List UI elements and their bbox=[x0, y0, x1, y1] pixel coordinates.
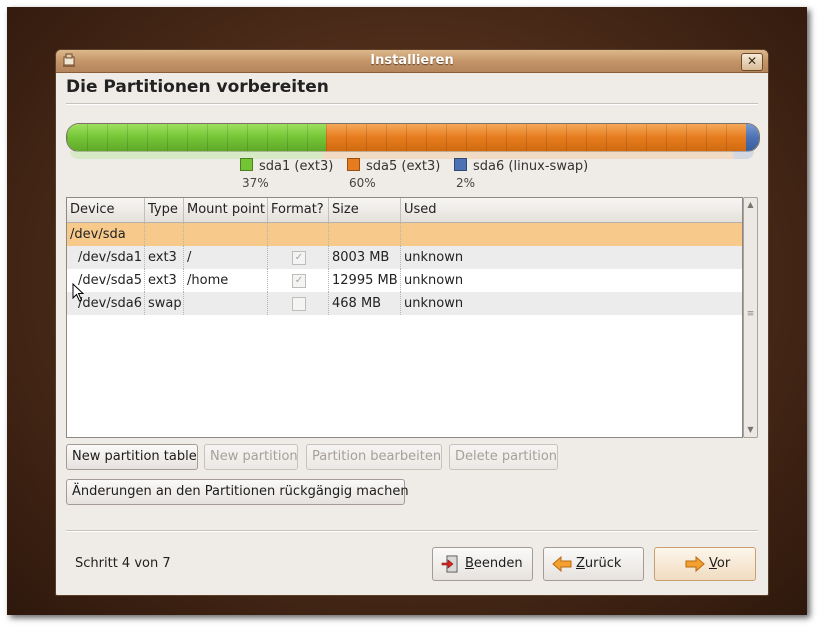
scroll-up-icon[interactable]: ▲ bbox=[744, 198, 757, 212]
installer-window: Installieren ✕ Die Partitionen vorbereit… bbox=[55, 49, 769, 596]
back-button[interactable]: Zurück bbox=[543, 547, 644, 581]
cell-format bbox=[268, 223, 329, 246]
scroll-down-icon[interactable]: ▼ bbox=[744, 423, 757, 437]
column-header-size[interactable]: Size bbox=[329, 198, 401, 222]
cell-device: /dev/sda1 bbox=[67, 246, 145, 269]
new-partition-table-button[interactable]: New partition table bbox=[66, 444, 198, 470]
legend-sda1: sda1 (ext3) 37% bbox=[240, 158, 334, 190]
arrow-left-icon bbox=[552, 555, 572, 572]
step-indicator: Schritt 4 von 7 bbox=[75, 556, 171, 571]
cell-size: 12995 MB bbox=[329, 269, 401, 292]
forward-mnemonic: V bbox=[709, 556, 717, 571]
cell-mount bbox=[184, 292, 268, 315]
cell-size: 8003 MB bbox=[329, 246, 401, 269]
partition-segment-sda5 bbox=[326, 124, 746, 151]
cell-format bbox=[268, 292, 329, 315]
cell-used: unknown bbox=[404, 296, 464, 311]
format-checkbox[interactable] bbox=[292, 297, 306, 311]
table-row[interactable]: /dev/sda6 swap 468 MB unknown bbox=[67, 292, 742, 315]
format-checkbox[interactable]: ✓ bbox=[292, 274, 306, 288]
scroll-grip-icon[interactable]: ≡ bbox=[746, 310, 755, 319]
legend-percent: 37% bbox=[242, 176, 269, 190]
table-header: Device Type Mount point Format? Size Use… bbox=[67, 198, 742, 223]
back-mnemonic: Z bbox=[576, 556, 585, 571]
table-row[interactable]: /dev/sda5 ext3 /home ✓ 12995 MB unknown bbox=[67, 269, 742, 292]
quit-mnemonic: B bbox=[465, 556, 474, 571]
cell-size: 468 MB bbox=[329, 292, 401, 315]
legend-label: sda5 (ext3) bbox=[366, 159, 441, 174]
cell-used: unknown bbox=[404, 273, 464, 288]
table-scrollbar[interactable]: ▲ ≡ ▼ bbox=[743, 197, 758, 438]
partition-bar bbox=[66, 123, 760, 152]
legend-label: sda1 (ext3) bbox=[259, 159, 334, 174]
cell-mount: /home bbox=[184, 269, 268, 292]
window-title: Installieren bbox=[370, 53, 454, 68]
forward-button[interactable]: Vor bbox=[654, 547, 756, 581]
close-icon: ✕ bbox=[746, 54, 758, 68]
column-header-used[interactable]: Used bbox=[401, 198, 742, 222]
cell-format: ✓ bbox=[268, 246, 329, 269]
legend-swatch bbox=[240, 158, 253, 171]
back-label: urück bbox=[584, 556, 622, 571]
check-icon: ✓ bbox=[294, 275, 304, 286]
page-title: Die Partitionen vorbereiten bbox=[66, 77, 329, 97]
cell-type: ext3 bbox=[145, 269, 184, 292]
column-header-mount-point[interactable]: Mount point bbox=[184, 198, 268, 222]
partition-segment-sda6 bbox=[746, 124, 759, 151]
legend-label: sda6 (linux-swap) bbox=[473, 159, 589, 174]
cell-mount bbox=[184, 223, 268, 246]
edit-partition-button[interactable]: Partition bearbeiten bbox=[306, 444, 442, 470]
table-row[interactable]: /dev/sda1 ext3 / ✓ 8003 MB unknown bbox=[67, 246, 742, 269]
cell-type: swap bbox=[145, 292, 184, 315]
cell-mount: / bbox=[184, 246, 268, 269]
quit-button[interactable]: Beenden bbox=[432, 547, 533, 581]
cell-used: unknown bbox=[404, 250, 464, 265]
separator bbox=[66, 530, 758, 532]
separator bbox=[66, 103, 758, 105]
table-row[interactable]: /dev/sda bbox=[67, 223, 742, 246]
format-checkbox[interactable]: ✓ bbox=[292, 251, 306, 265]
new-partition-button[interactable]: New partition bbox=[204, 444, 298, 470]
cell-used bbox=[401, 223, 742, 246]
exit-door-icon bbox=[441, 555, 458, 572]
check-icon: ✓ bbox=[294, 252, 304, 263]
quit-label: eenden bbox=[473, 556, 523, 571]
legend-swatch bbox=[454, 158, 467, 171]
delete-partition-button[interactable]: Delete partition bbox=[449, 444, 558, 470]
cell-device: /dev/sda bbox=[67, 223, 145, 246]
column-header-format[interactable]: Format? bbox=[268, 198, 329, 222]
cell-type: ext3 bbox=[145, 246, 184, 269]
undo-changes-button[interactable]: Änderungen an den Partitionen rückgängig… bbox=[66, 479, 409, 505]
arrow-right-icon bbox=[685, 555, 705, 572]
partition-table[interactable]: Device Type Mount point Format? Size Use… bbox=[66, 197, 743, 438]
legend-percent: 2% bbox=[456, 176, 476, 190]
column-header-device[interactable]: Device bbox=[67, 198, 145, 222]
close-button[interactable]: ✕ bbox=[741, 53, 763, 71]
cell-type bbox=[145, 223, 184, 246]
legend-percent: 60% bbox=[349, 176, 376, 190]
legend-sda5: sda5 (ext3) 60% bbox=[347, 158, 441, 190]
cell-size bbox=[329, 223, 401, 246]
partition-segment-sda1 bbox=[67, 124, 326, 151]
legend-sda6: sda6 (linux-swap) 2% bbox=[454, 158, 589, 190]
forward-label: or bbox=[716, 556, 731, 571]
mouse-pointer-icon bbox=[72, 283, 85, 302]
cell-format: ✓ bbox=[268, 269, 329, 292]
column-header-type[interactable]: Type bbox=[145, 198, 184, 222]
title-bar[interactable]: Installieren ✕ bbox=[56, 50, 768, 73]
legend-swatch bbox=[347, 158, 360, 171]
